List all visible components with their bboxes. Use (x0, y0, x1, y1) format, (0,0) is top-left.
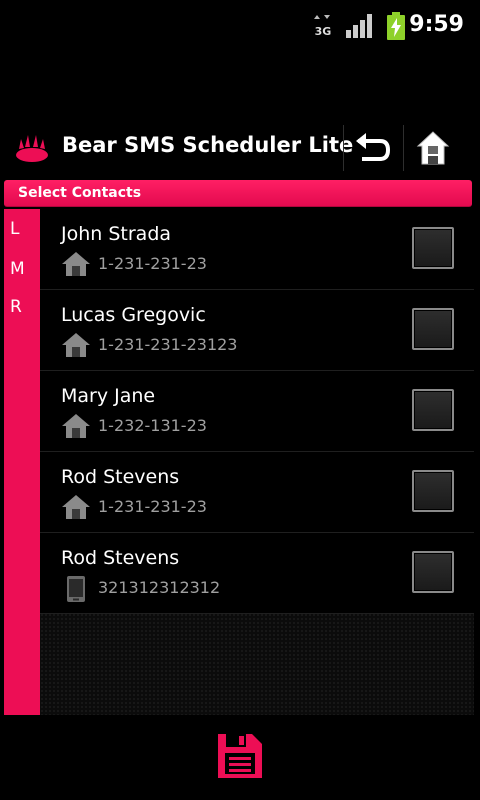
contact-number: 321312312312 (98, 578, 221, 597)
battery-charging-icon (387, 12, 405, 40)
signal-icon (346, 14, 372, 38)
contact-name: Lucas Gregovic (61, 304, 206, 326)
action-bar: Bear SMS Scheduler Lite (0, 121, 480, 175)
contact-name: Rod Stevens (61, 547, 180, 569)
contact-row[interactable]: Lucas Gregovic 1-231-231-23123 (40, 290, 474, 371)
contact-number: 1-231-231-23 (98, 497, 207, 516)
alpha-index-letter[interactable]: R (10, 297, 22, 317)
alpha-index-letter[interactable]: L (10, 219, 19, 239)
contact-name: Rod Stevens (61, 466, 180, 488)
save-button[interactable] (214, 730, 266, 782)
bear-paw-icon (16, 135, 48, 162)
contact-list[interactable]: John Strada 1-231-231-23 Lucas Gregovic … (40, 209, 474, 715)
contact-row[interactable]: John Strada 1-231-231-23 (40, 209, 474, 290)
home-icon (416, 131, 450, 165)
contact-name: John Strada (61, 223, 172, 245)
alpha-index-letter[interactable]: M (10, 259, 25, 279)
status-bar: 3G 9:59 (0, 0, 480, 50)
contact-number: 1-231-231-23 (98, 254, 207, 273)
app-title: Bear SMS Scheduler Lite (62, 133, 354, 157)
section-header: Select Contacts (4, 180, 472, 207)
section-title: Select Contacts (18, 185, 142, 201)
save-icon (218, 734, 262, 778)
contact-row[interactable]: Rod Stevens 1-231-231-23 (40, 452, 474, 533)
mobile-phone-icon (67, 576, 85, 602)
home-icon (62, 333, 90, 357)
contact-row[interactable]: Rod Stevens 321312312312 (40, 533, 474, 614)
contact-checkbox[interactable] (412, 470, 454, 512)
home-icon (62, 252, 90, 276)
contact-checkbox[interactable] (412, 308, 454, 350)
back-button[interactable] (344, 121, 402, 175)
contact-checkbox[interactable] (412, 227, 454, 269)
undo-icon (356, 133, 391, 161)
status-time: 9:59 (409, 12, 464, 37)
home-icon (62, 495, 90, 519)
contact-row[interactable]: Mary Jane 1-232-131-23 (40, 371, 474, 452)
contact-number: 1-232-131-23 (98, 416, 207, 435)
home-icon (62, 414, 90, 438)
3g-icon: 3G (314, 15, 332, 38)
home-button[interactable] (404, 121, 462, 175)
contact-checkbox[interactable] (412, 389, 454, 431)
svg-text:3G: 3G (315, 25, 332, 38)
contact-name: Mary Jane (61, 385, 156, 407)
alphabet-index[interactable]: L M R (4, 209, 40, 715)
contact-checkbox[interactable] (412, 551, 454, 593)
contact-number: 1-231-231-23123 (98, 335, 238, 354)
